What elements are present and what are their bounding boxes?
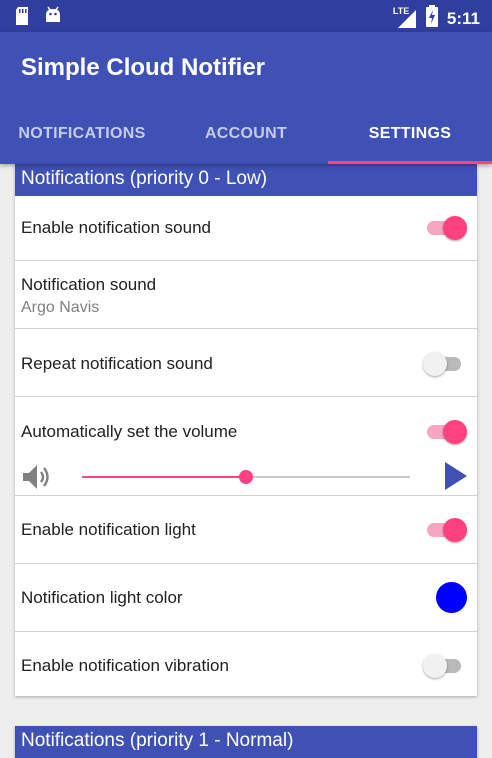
settings-card-normal-priority: Notifications (priority 1 - Normal) (15, 726, 477, 758)
tab-bar: NOTIFICATIONS ACCOUNT SETTINGS (0, 112, 492, 164)
speaker-volume-icon (21, 461, 53, 498)
enable-light-switch[interactable] (425, 515, 467, 543)
enable-light-row[interactable]: Enable notification light (15, 495, 477, 563)
status-time: 5:11 (446, 8, 480, 28)
enable-light-label: Enable notification light (21, 520, 196, 539)
enable-vibration-row[interactable]: Enable notification vibration (15, 631, 477, 697)
section-header: Notifications (priority 0 - Low) (15, 164, 477, 196)
auto-volume-row[interactable]: Automatically set the volume (15, 396, 477, 495)
lte-signal-icon: LTE (392, 5, 417, 30)
tab-settings[interactable]: SETTINGS (328, 112, 492, 164)
settings-card-low-priority: Notifications (priority 0 - Low) Enable … (15, 164, 477, 696)
sd-card-icon (14, 6, 30, 31)
notification-sound-row[interactable]: Notification sound Argo Navis (15, 260, 477, 328)
repeat-sound-label: Repeat notification sound (21, 354, 213, 373)
repeat-sound-switch[interactable] (423, 349, 465, 377)
volume-slider-thumb[interactable] (239, 470, 253, 484)
tab-notifications[interactable]: NOTIFICATIONS (0, 112, 164, 164)
light-color-swatch[interactable] (436, 582, 467, 613)
app-title: Simple Cloud Notifier (21, 54, 266, 81)
notification-sound-label: Notification sound (21, 275, 157, 294)
enable-vibration-label: Enable notification vibration (21, 656, 229, 675)
enable-sound-row[interactable]: Enable notification sound (15, 196, 477, 260)
section-header: Notifications (priority 1 - Normal) (15, 726, 477, 758)
volume-slider-fill (82, 476, 246, 478)
volume-slider[interactable] (82, 470, 410, 484)
enable-vibration-switch[interactable] (423, 651, 465, 679)
enable-sound-switch[interactable] (425, 213, 467, 241)
auto-volume-switch[interactable] (425, 417, 467, 445)
tab-account[interactable]: ACCOUNT (164, 112, 328, 164)
volume-slider-row (15, 456, 477, 496)
enable-sound-label: Enable notification sound (21, 218, 211, 237)
app-bar: Simple Cloud Notifier NOTIFICATIONS ACCO… (0, 32, 492, 164)
repeat-sound-row[interactable]: Repeat notification sound (15, 328, 477, 396)
auto-volume-label: Automatically set the volume (21, 422, 238, 441)
light-color-label: Notification light color (21, 588, 183, 607)
status-bar: LTE 5:11 (0, 0, 492, 32)
battery-charging-icon (425, 5, 439, 32)
android-icon (44, 6, 62, 31)
network-type-label: LTE (392, 5, 410, 16)
settings-content[interactable]: Notifications (priority 0 - Low) Enable … (0, 164, 492, 758)
light-color-row[interactable]: Notification light color (15, 563, 477, 631)
play-sound-icon[interactable] (443, 460, 469, 497)
notification-sound-value: Argo Navis (21, 299, 100, 316)
